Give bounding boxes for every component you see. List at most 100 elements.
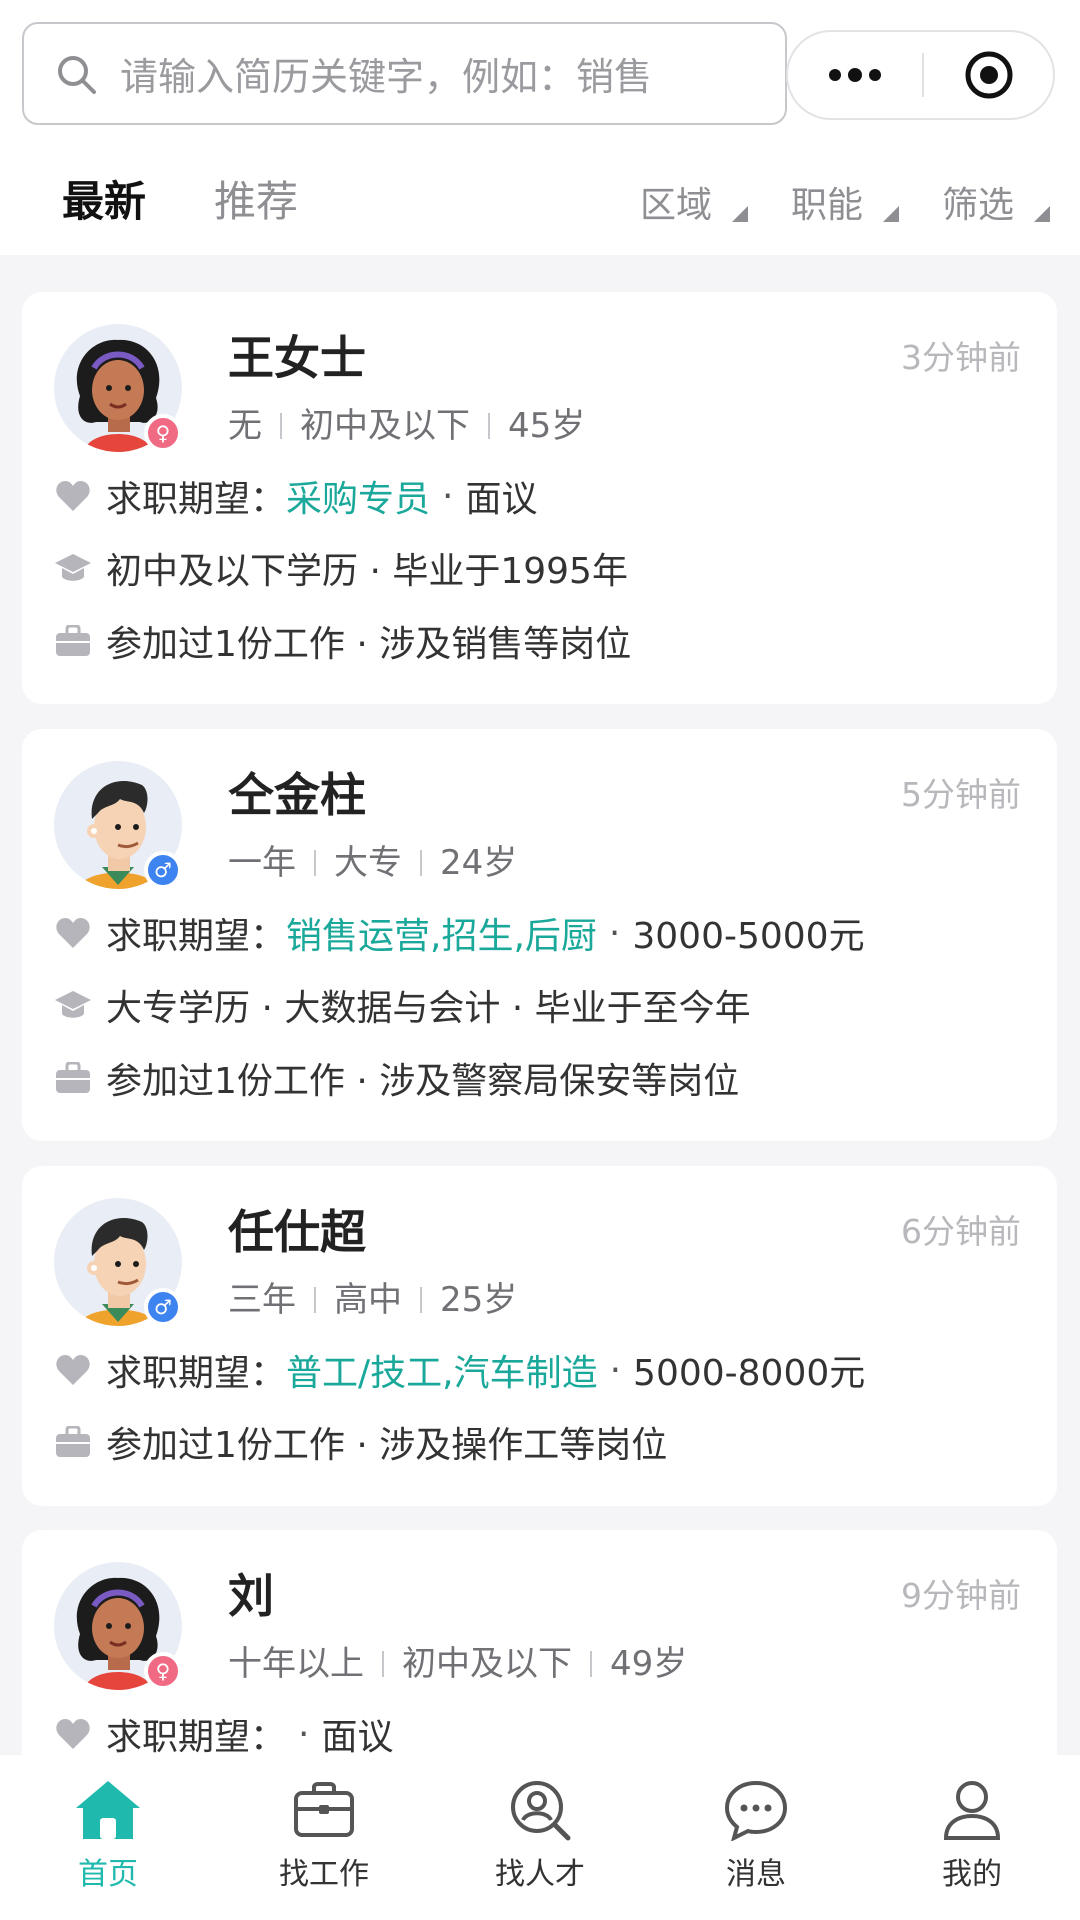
education: 高中 — [334, 1280, 402, 1320]
resume-card[interactable]: ♀ 刘 9分钟前 十年以上 初中及以下 49岁 求职期望： · 面议 — [22, 1530, 1057, 1790]
candidate-name: 刘 — [228, 1569, 274, 1623]
briefcase-icon — [289, 1775, 359, 1845]
tab-recommended[interactable]: 推荐 — [214, 176, 298, 228]
meta-separator — [382, 1651, 384, 1677]
tab-find-talent[interactable]: 找人才 — [450, 1775, 630, 1895]
candidate-name: 任仕超 — [228, 1205, 366, 1259]
work-detail: 参加过1份工作 · 涉及操作工等岗位 — [106, 1425, 668, 1466]
expected-job: 采购专员 — [286, 479, 431, 520]
age: 45岁 — [508, 406, 586, 446]
tab-profile[interactable]: 我的 — [882, 1775, 1062, 1895]
filter-more-label: 筛选 — [942, 185, 1015, 226]
education: 大专 — [334, 843, 402, 883]
male-gender-badge: ♂ — [144, 1288, 182, 1326]
dot-separator: · — [609, 1349, 622, 1391]
bottom-tab-bar: 首页 找工作 找人才 消息 我的 — [0, 1755, 1080, 1920]
expected-salary: 5000-8000元 — [633, 1353, 866, 1394]
expected-salary: 面议 — [321, 1717, 394, 1758]
meta-separator — [420, 1287, 422, 1313]
user-icon — [937, 1775, 1007, 1845]
work-line: 参加过1份工作 · 涉及警察局保安等岗位 — [54, 1053, 739, 1103]
filter-function-label: 职能 — [791, 185, 864, 226]
meta-separator — [314, 850, 316, 876]
job-expectation: 求职期望： 采购专员 · 面议 — [54, 471, 538, 521]
education: 初中及以下 — [402, 1644, 572, 1684]
experience: 一年 — [228, 843, 296, 883]
filter-more[interactable]: 筛选 — [942, 182, 1051, 230]
briefcase-icon — [54, 622, 92, 660]
tab-messages[interactable]: 消息 — [666, 1775, 846, 1895]
male-gender-badge: ♂ — [144, 851, 182, 889]
post-time: 6分钟前 — [901, 1212, 1021, 1251]
mini-program-capsule — [786, 30, 1055, 120]
education-line: 初中及以下学历 · 毕业于1995年 — [54, 543, 628, 593]
expected-salary: 3000-5000元 — [632, 916, 865, 957]
filter-region[interactable]: 区域 — [640, 182, 749, 230]
expected-job: 销售运营,招生,后厨 — [286, 916, 597, 957]
education-detail: 大专学历 · 大数据与会计 · 毕业于至今年 — [106, 988, 751, 1029]
tab-find-talent-label: 找人才 — [495, 1857, 585, 1892]
briefcase-icon — [54, 1059, 92, 1097]
chat-bubble-icon — [721, 1775, 791, 1845]
meta-separator — [280, 413, 282, 439]
dropdown-triangle-icon — [1034, 206, 1051, 222]
heart-icon — [54, 914, 92, 952]
top-bar: 请输入简历关键字，例如：销售 最新 推荐 区域 职能 筛选 — [0, 0, 1080, 255]
age: 49岁 — [610, 1644, 688, 1684]
work-detail: 参加过1份工作 · 涉及警察局保安等岗位 — [106, 1061, 740, 1102]
post-time: 9分钟前 — [901, 1576, 1021, 1615]
heart-icon — [54, 477, 92, 515]
more-button[interactable] — [788, 67, 922, 83]
heart-icon — [54, 1351, 92, 1389]
more-dots-icon — [829, 68, 881, 82]
meta-separator — [420, 850, 422, 876]
expected-salary: 面议 — [465, 479, 538, 520]
tab-latest[interactable]: 最新 — [62, 176, 146, 228]
meta-separator — [488, 413, 490, 439]
job-expectation: 求职期望： 销售运营,招生,后厨 · 3000-5000元 — [54, 908, 865, 958]
expectation-label: 求职期望： — [106, 1717, 287, 1758]
education-line: 大专学历 · 大数据与会计 · 毕业于至今年 — [54, 980, 751, 1030]
expectation-label: 求职期望： — [106, 916, 287, 957]
dot-separator: · — [442, 475, 454, 517]
dropdown-triangle-icon — [883, 206, 900, 222]
education: 初中及以下 — [300, 406, 470, 446]
experience: 三年 — [228, 1280, 296, 1320]
tab-home-label: 首页 — [78, 1857, 138, 1892]
search-placeholder: 请输入简历关键字，例如：销售 — [120, 55, 653, 99]
briefcase-icon — [54, 1423, 92, 1461]
experience: 十年以上 — [228, 1644, 364, 1684]
job-expectation: 求职期望： · 面议 — [54, 1709, 393, 1759]
work-line: 参加过1份工作 · 涉及销售等岗位 — [54, 616, 631, 666]
tab-profile-label: 我的 — [942, 1857, 1002, 1892]
tab-find-job[interactable]: 找工作 — [234, 1775, 414, 1895]
search-input[interactable]: 请输入简历关键字，例如：销售 — [22, 22, 787, 125]
candidate-meta: 一年 大专 24岁 — [228, 841, 517, 885]
close-mini-program-button[interactable] — [924, 49, 1053, 101]
female-gender-badge: ♀ — [144, 1652, 182, 1690]
education-detail: 初中及以下学历 · 毕业于1995年 — [106, 551, 628, 592]
work-detail: 参加过1份工作 · 涉及销售等岗位 — [106, 624, 632, 665]
meta-separator — [314, 1287, 316, 1313]
work-line: 参加过1份工作 · 涉及操作工等岗位 — [54, 1417, 667, 1467]
experience: 无 — [228, 406, 262, 446]
age: 24岁 — [440, 843, 518, 883]
candidate-name: 仝金柱 — [228, 768, 366, 822]
job-expectation: 求职期望： 普工/技工,汽车制造 · 5000-8000元 — [54, 1345, 865, 1395]
target-circle-icon — [965, 51, 1012, 99]
candidate-meta: 三年 高中 25岁 — [228, 1278, 517, 1322]
filter-function[interactable]: 职能 — [791, 182, 900, 230]
resume-card[interactable]: ♀ 王女士 3分钟前 无 初中及以下 45岁 求职期望： 采购专员 · 面议 初… — [22, 292, 1057, 704]
resume-card[interactable]: ♂ 仝金柱 5分钟前 一年 大专 24岁 求职期望： 销售运营,招生,后厨 · … — [22, 729, 1057, 1141]
tab-home[interactable]: 首页 — [18, 1775, 198, 1895]
dot-separator: · — [298, 1713, 310, 1755]
graduation-cap-icon — [54, 549, 92, 587]
filter-region-label: 区域 — [640, 185, 713, 226]
meta-separator — [590, 1651, 592, 1677]
resume-card[interactable]: ♂ 任仕超 6分钟前 三年 高中 25岁 求职期望： 普工/技工,汽车制造 · … — [22, 1166, 1057, 1506]
candidate-meta: 十年以上 初中及以下 49岁 — [228, 1642, 687, 1686]
age: 25岁 — [440, 1280, 518, 1320]
candidate-name: 王女士 — [228, 331, 366, 385]
heart-icon — [54, 1715, 92, 1753]
graduation-cap-icon — [54, 986, 92, 1024]
